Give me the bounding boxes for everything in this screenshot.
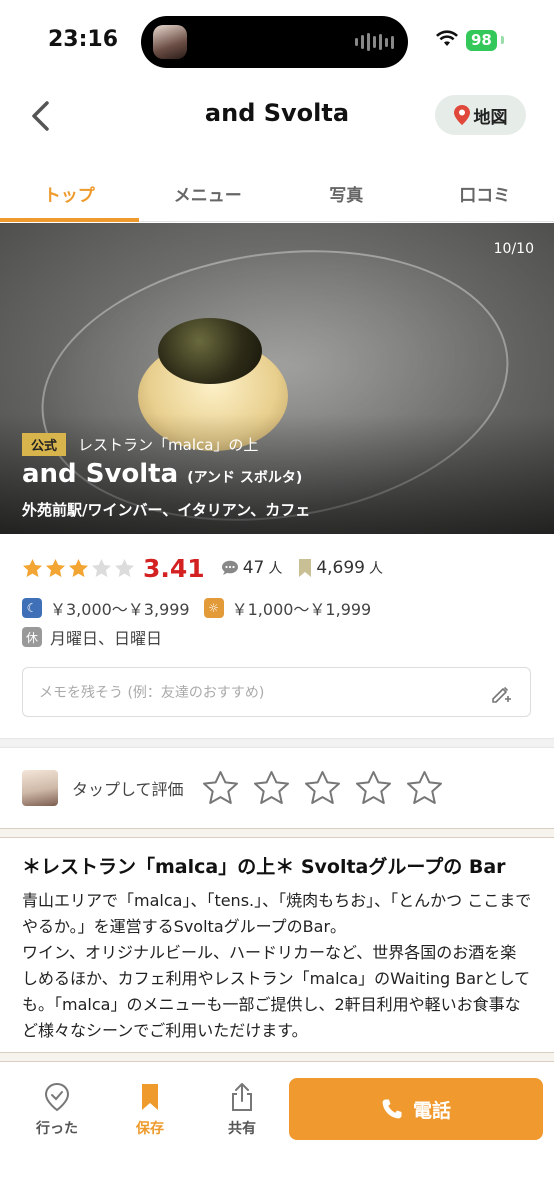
rate-stars <box>202 770 443 807</box>
save-label: 保存 <box>136 1121 164 1137</box>
section-divider <box>0 738 554 748</box>
went-button[interactable]: 行った <box>27 1082 87 1138</box>
share-label: 共有 <box>228 1121 256 1137</box>
rate-star-5-icon[interactable] <box>406 770 443 807</box>
tab-menu[interactable]: メニュー <box>139 160 278 221</box>
share-button[interactable]: 共有 <box>212 1082 272 1138</box>
bookmark-icon <box>299 559 312 577</box>
save-count-unit: 人 <box>369 561 383 577</box>
pr-body: 青山エリアで「malca」、「tens.」、「焼肉もちお」、「とんかつ ここまで… <box>22 891 532 1040</box>
bottom-action-bar: 行った 保存 共有 電話 <box>0 1062 554 1200</box>
clock: 23:16 <box>48 27 119 52</box>
review-count-value: 47 <box>242 558 265 578</box>
map-pin-icon <box>453 105 470 125</box>
audio-wave-icon <box>355 33 394 51</box>
hero-tag-row: 公式 レストラン「malca」の上 <box>22 433 258 456</box>
section-divider <box>0 1052 554 1062</box>
save-button[interactable]: 保存 <box>120 1082 180 1138</box>
tab-bar: トップ メニュー 写真 口コミ <box>0 160 554 222</box>
user-avatar <box>22 770 58 806</box>
phone-icon <box>382 1099 402 1119</box>
rate-star-2-icon[interactable] <box>253 770 290 807</box>
call-label: 電話 <box>412 1099 451 1122</box>
station-genre: 外苑前駅/ワインバー、イタリアン、カフェ <box>22 501 311 519</box>
memo-placeholder: メモを残そう (例：友達のおすすめ) <box>39 685 265 701</box>
pr-title: ＊レストラン「malca」の上＊ Svoltaグループの Bar <box>22 856 506 878</box>
rating-row: 3.41 47 人 4,699 人 <box>22 552 383 584</box>
dinner-price: ￥3,000～￥3,999 <box>50 600 190 619</box>
tap-to-rate-label: タップして評価 <box>72 780 184 799</box>
holiday-badge: 休 <box>22 627 42 647</box>
star-filled-icon <box>69 558 88 577</box>
holidays-text: 月曜日、日曜日 <box>50 629 163 648</box>
battery-level: 98 <box>471 31 492 49</box>
went-label: 行った <box>36 1121 78 1137</box>
memo-input[interactable]: メモを残そう (例：友達のおすすめ) <box>22 667 531 717</box>
restaurant-name-text: and Svolta <box>22 459 179 489</box>
rate-star-1-icon[interactable] <box>202 770 239 807</box>
review-count-unit: 人 <box>268 561 283 577</box>
star-empty-icon <box>115 558 134 577</box>
lunch-price: ￥1,000～￥1,999 <box>231 600 372 619</box>
section-divider <box>0 828 554 838</box>
edit-pencil-icon <box>492 686 511 703</box>
now-playing-avatar <box>153 25 187 59</box>
star-filled-icon <box>23 558 42 577</box>
map-button[interactable]: 地図 <box>435 95 526 135</box>
tap-to-rate-row: タップして評価 <box>22 765 443 811</box>
rating-stars <box>22 558 135 579</box>
moon-icon: ☾ <box>22 598 42 618</box>
restaurant-name: and Svolta (アンド スボルタ) <box>22 459 302 489</box>
comment-bubble-icon <box>221 560 238 575</box>
rating-score: 3.41 <box>143 553 205 583</box>
sun-icon: ☼ <box>203 598 224 618</box>
save-count[interactable]: 4,699 人 <box>298 558 383 578</box>
battery-tip <box>501 36 504 44</box>
hero-photo-carousel[interactable]: 10/10 公式 レストラン「malca」の上 and Svolta (アンド … <box>0 223 554 534</box>
official-badge: 公式 <box>22 433 67 456</box>
price-row: ☾ ￥3,000～￥3,999 ☼ ￥1,000～￥1,999 <box>22 596 371 620</box>
tab-reviews[interactable]: 口コミ <box>416 160 554 221</box>
holiday-row: 休 月曜日、日曜日 <box>22 625 162 649</box>
status-bar: 23:16 98 <box>0 0 554 80</box>
review-count[interactable]: 47 人 <box>221 558 283 578</box>
location-note: レストラン「malca」の上 <box>78 436 259 454</box>
tab-photos[interactable]: 写真 <box>277 160 416 221</box>
nav-bar: and Svolta 地図 <box>0 80 554 150</box>
rate-star-4-icon[interactable] <box>355 770 392 807</box>
visited-pin-icon <box>44 1082 70 1112</box>
battery-indicator: 98 <box>466 30 497 51</box>
caviar-image <box>158 318 262 384</box>
share-icon <box>232 1083 252 1111</box>
star-filled-icon <box>46 558 65 577</box>
rate-star-3-icon[interactable] <box>304 770 341 807</box>
save-count-value: 4,699 <box>316 558 365 578</box>
bookmark-icon <box>142 1084 158 1110</box>
dynamic-island[interactable] <box>141 16 408 68</box>
tab-top[interactable]: トップ <box>0 160 139 222</box>
star-empty-icon <box>92 558 111 577</box>
photo-counter: 10/10 <box>493 241 534 257</box>
call-button[interactable]: 電話 <box>289 1078 543 1140</box>
map-button-label: 地図 <box>473 107 508 128</box>
wifi-icon <box>436 30 458 46</box>
restaurant-name-kana: (アンド スボルタ) <box>187 470 303 486</box>
